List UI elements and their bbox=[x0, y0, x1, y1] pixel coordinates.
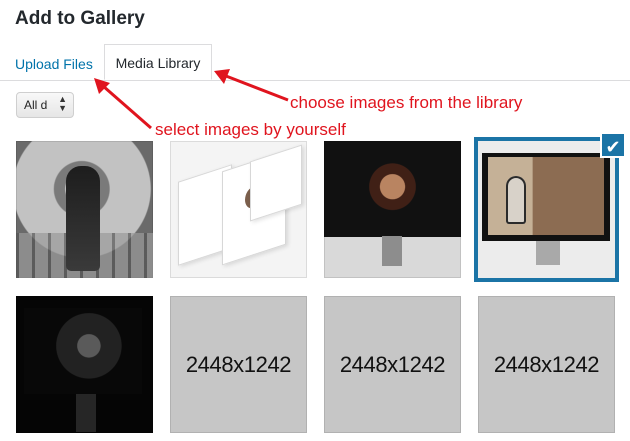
annotation-self: select images by yourself bbox=[155, 120, 346, 139]
thumbnail-art bbox=[24, 308, 142, 394]
media-filter-label: All d bbox=[24, 98, 48, 112]
gallery-thumbnail[interactable] bbox=[16, 141, 153, 278]
thumbnail-art bbox=[76, 394, 96, 432]
thumbnail-art bbox=[506, 176, 526, 224]
thumbnail-art bbox=[334, 151, 451, 236]
media-filter-select[interactable]: All d ▲ ▼ bbox=[16, 92, 74, 118]
gallery-thumbnail[interactable] bbox=[170, 141, 307, 278]
gallery-placeholder[interactable]: 2448x1242 bbox=[324, 296, 461, 433]
gallery-placeholder[interactable]: 2448x1242 bbox=[170, 296, 307, 433]
thumbnail-art bbox=[66, 166, 100, 271]
thumbnail-art bbox=[250, 144, 302, 222]
upload-arrow-line bbox=[102, 84, 152, 130]
tab-media-library[interactable]: Media Library bbox=[104, 44, 212, 80]
gallery-thumbnail[interactable] bbox=[16, 296, 153, 433]
gallery-placeholder[interactable]: 2448x1242 bbox=[478, 296, 615, 433]
library-arrow-head-icon bbox=[214, 69, 230, 84]
thumbnail-art bbox=[382, 236, 402, 266]
select-arrows-icon: ▲ ▼ bbox=[58, 94, 67, 113]
selected-check-icon[interactable]: ✔ bbox=[600, 132, 626, 158]
gallery-thumbnail[interactable] bbox=[324, 141, 461, 278]
thumbnail-art bbox=[536, 241, 560, 265]
tab-upload-files[interactable]: Upload Files bbox=[15, 56, 93, 72]
page-title: Add to Gallery bbox=[15, 8, 145, 29]
annotation-library: choose images from the library bbox=[290, 93, 523, 112]
gallery-thumbnail-selected[interactable] bbox=[474, 137, 619, 282]
tabs-divider bbox=[0, 80, 630, 81]
